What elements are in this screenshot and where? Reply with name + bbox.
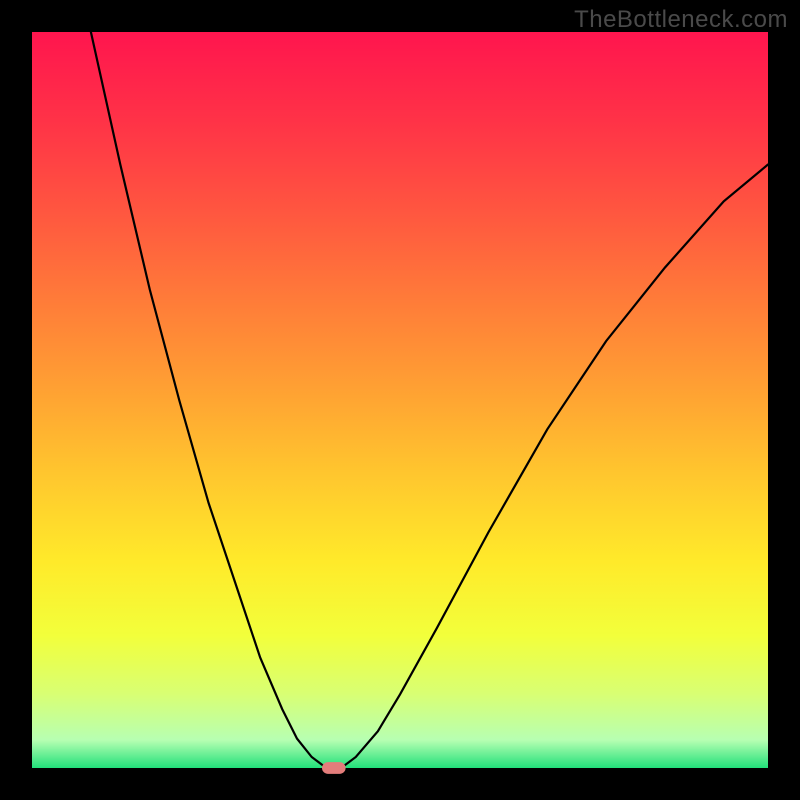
- plot-background: [32, 32, 768, 768]
- watermark-text: TheBottleneck.com: [574, 6, 788, 34]
- minimum-marker: [322, 762, 346, 774]
- chart-root: TheBottleneck.com: [0, 0, 800, 800]
- bottleneck-chart: [0, 0, 800, 800]
